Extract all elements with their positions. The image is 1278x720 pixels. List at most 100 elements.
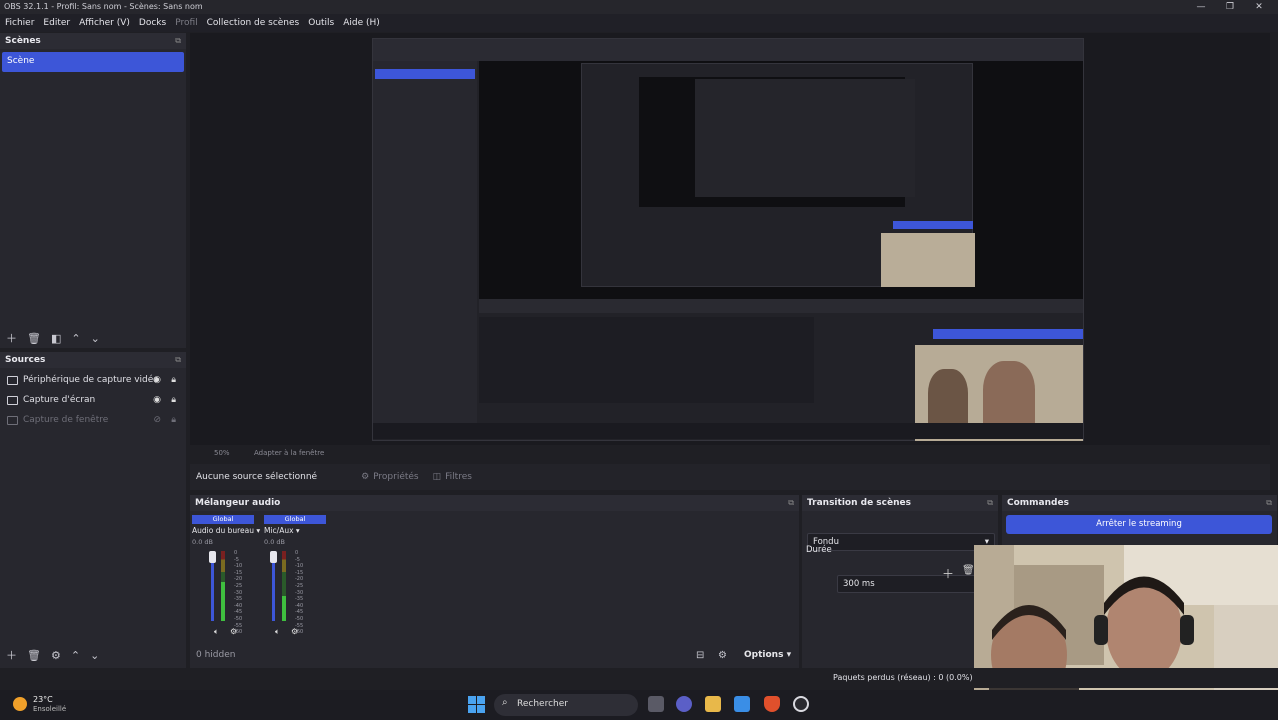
menu-docks[interactable]: Docks — [139, 18, 166, 28]
source-context-toolbar: Aucune source sélectionné ⚙ Propriétés ◫ F… — [190, 464, 1270, 490]
transitions-header: Transition de scènes ⧉ — [802, 495, 998, 511]
weather-temp[interactable]: 23°C — [33, 695, 53, 704]
channel-name[interactable]: Audio du bureau ▾ — [192, 526, 260, 535]
filters-label: Filtres — [445, 472, 472, 482]
search-placeholder: Rechercher — [517, 699, 568, 709]
hidden-count[interactable]: 0 hidden — [196, 650, 235, 660]
mute-icon[interactable]: 🔈︎ — [214, 627, 219, 637]
dock-undock-icon[interactable]: ⧉ — [788, 498, 794, 508]
eye-hidden-icon[interactable]: ⊘ — [153, 415, 161, 425]
minimize-button[interactable]: — — [1187, 0, 1215, 14]
gear-icon: ⚙ — [361, 472, 370, 482]
layout-icon[interactable]: ⊟ — [696, 650, 704, 661]
mixer-channel-desktop: Global Audio du bureau ▾ 0.0 dB 0 -5 -10 -1… — [192, 515, 260, 655]
scenes-dock: Scènes ⧉ — [0, 33, 186, 348]
lock-icon[interactable]: 🔒︎ — [171, 395, 176, 405]
trash-icon[interactable]: 🗑 — [27, 649, 41, 662]
status-bar: Paquets perdus (réseau) : 0 (0.0%) — [190, 668, 1278, 688]
dropped-frames: Paquets perdus (réseau) : 0 (0.0%) — [833, 673, 973, 682]
lock-icon[interactable]: 🔒︎ — [171, 415, 176, 425]
transitions-title: Transition de scènes — [807, 498, 911, 508]
duration-input[interactable]: 300 ms — [837, 575, 995, 593]
sun-icon[interactable] — [13, 697, 27, 711]
up-arrow-icon[interactable]: ⌃ — [71, 649, 80, 662]
obs-icon[interactable] — [793, 696, 809, 712]
menu-outils[interactable]: Outils — [308, 18, 334, 28]
options-label: Options — [744, 650, 784, 660]
menu-afficher[interactable]: Afficher (V) — [79, 18, 130, 28]
level-meter — [282, 551, 286, 621]
dock-undock-icon[interactable]: ⧉ — [175, 36, 181, 46]
stop-streaming-button[interactable]: Arrêter le streaming — [1006, 515, 1272, 534]
trash-icon[interactable]: 🗑 — [962, 565, 975, 576]
transition-select[interactable]: Fondu ▾ — [807, 533, 995, 551]
dock-undock-icon[interactable]: ⧉ — [175, 355, 181, 365]
captured-screen-image — [372, 38, 1084, 441]
meter-tick: -25 — [295, 582, 304, 589]
up-arrow-icon[interactable]: ⌃ — [71, 332, 80, 345]
down-arrow-icon[interactable]: ⌄ — [91, 332, 100, 345]
eye-icon[interactable]: ◉ — [153, 375, 161, 385]
taskbar-search[interactable]: ⌕ Rechercher — [494, 694, 638, 716]
source-label: Capture de fenêtre — [23, 415, 109, 425]
gear-icon[interactable]: ⚙ — [230, 627, 237, 636]
scene-item[interactable]: Scène — [2, 52, 184, 72]
down-arrow-icon[interactable]: ⌄ — [90, 649, 99, 662]
transitions-dock: Transition de scènes ⧉ Fondu ▾ Durée 300… — [802, 495, 998, 668]
meter-tick: -45 — [295, 609, 304, 616]
source-label: Périphérique de capture vidéo — [23, 375, 159, 385]
brave-icon[interactable] — [764, 696, 780, 712]
add-icon[interactable]: ＋ — [942, 565, 954, 582]
source-item[interactable]: Périphérique de capture vidéo ◉ 🔒︎ — [0, 370, 185, 390]
maximize-button[interactable]: ❐ — [1216, 0, 1244, 14]
meter-tick: -50 — [295, 615, 304, 622]
windows-start-icon[interactable] — [468, 696, 485, 713]
options-button[interactable]: Options ▾ — [744, 650, 791, 660]
filter-icon[interactable]: ◧ — [51, 332, 61, 345]
filters-button[interactable]: ◫ Filtres — [433, 472, 472, 482]
teams-icon[interactable] — [676, 696, 692, 712]
channel-name[interactable]: Mic/Aux ▾ — [264, 526, 326, 535]
close-button[interactable]: ✕ — [1245, 0, 1273, 14]
weather-desc[interactable]: Ensoleillé — [33, 705, 66, 713]
meter-tick: -20 — [295, 576, 304, 583]
menu-fichier[interactable]: Fichier — [5, 18, 34, 28]
scenes-title: Scènes — [5, 36, 41, 46]
properties-button[interactable]: ⚙ Propriétés — [361, 472, 419, 482]
menu-collection[interactable]: Collection de scènes — [207, 18, 300, 28]
menu-profil[interactable]: Profil — [175, 18, 197, 28]
menu-aide[interactable]: Aide (H) — [343, 18, 380, 28]
trash-icon[interactable]: 🗑 — [27, 332, 41, 345]
zoom-level[interactable]: 50% — [214, 449, 230, 457]
add-icon[interactable]: ＋ — [6, 330, 17, 346]
fader-knob[interactable] — [209, 551, 216, 563]
dock-undock-icon[interactable]: ⧉ — [1266, 498, 1272, 508]
gear-icon[interactable]: ⚙ — [51, 649, 61, 662]
mute-icon[interactable]: 🔈︎ — [275, 627, 280, 637]
dock-undock-icon[interactable]: ⧉ — [987, 498, 993, 508]
gear-icon[interactable]: ⚙ — [718, 650, 727, 661]
source-item[interactable]: Capture de fenêtre ⊘ 🔒︎ — [0, 410, 185, 430]
folder-icon[interactable] — [705, 696, 721, 712]
meter-tick: -20 — [234, 576, 243, 583]
add-icon[interactable]: ＋ — [6, 647, 17, 663]
eye-icon[interactable]: ◉ — [153, 395, 161, 405]
commands-title: Commandes — [1007, 498, 1069, 508]
sources-toolbar: ＋ 🗑 ⚙ ⌃ ⌄ — [0, 645, 186, 665]
level-meter — [221, 551, 225, 621]
source-item[interactable]: Capture d'écran ◉ 🔒︎ — [0, 390, 185, 410]
channel-name-text: Audio du bureau — [192, 526, 254, 535]
meter-tick: -45 — [234, 609, 243, 616]
channel-name-text: Mic/Aux — [264, 526, 294, 535]
fit-window-select[interactable]: Adapter à la fenêtre — [254, 449, 324, 457]
filter-icon: ◫ — [432, 472, 442, 482]
lock-icon[interactable]: 🔒︎ — [171, 375, 176, 385]
store-icon[interactable] — [734, 696, 750, 712]
meter-tick: -5 — [234, 556, 239, 563]
channel-db: 0.0 dB — [264, 538, 285, 546]
task-view-icon[interactable] — [648, 696, 664, 712]
gear-icon[interactable]: ⚙ — [291, 627, 298, 636]
fader-knob[interactable] — [270, 551, 277, 563]
meter-tick: -35 — [295, 596, 304, 603]
menu-editer[interactable]: Editer — [43, 18, 70, 28]
